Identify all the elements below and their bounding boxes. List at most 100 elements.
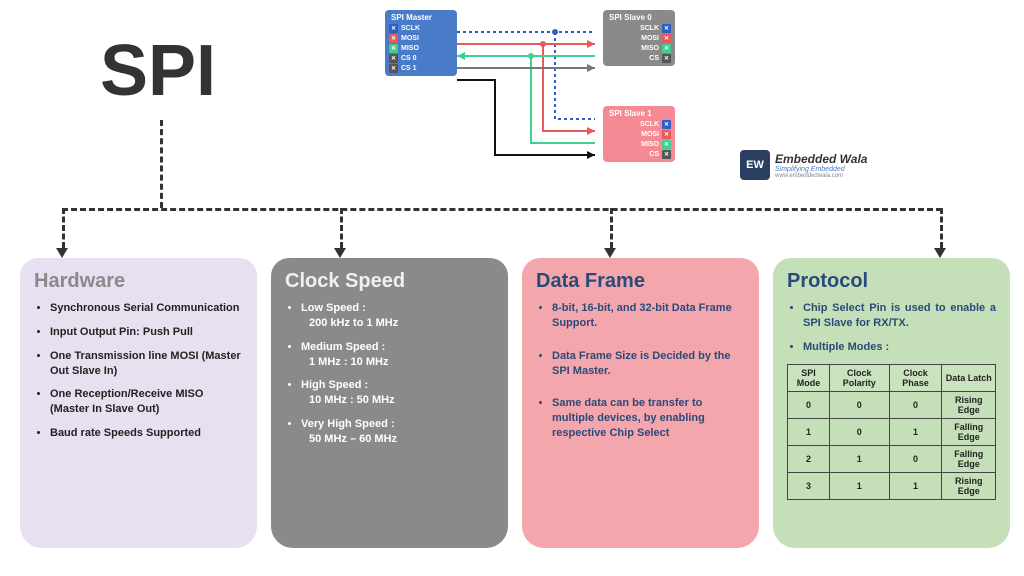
table-row: 101Falling Edge (788, 418, 996, 445)
protocol-card: Protocol Chip Select Pin is used to enab… (773, 258, 1010, 548)
pin-sclk: ✕SCLK (607, 24, 671, 33)
protocol-list: Chip Select Pin is used to enable a SPI … (787, 301, 996, 355)
pin-miso: ✕MISO (607, 140, 671, 149)
pin-label: MOSI (641, 35, 659, 42)
brand-url: www.embeddedwala.com (775, 173, 867, 179)
page-title: SPI (100, 30, 216, 112)
table-cell: Falling Edge (942, 418, 996, 445)
pin-label: MOSI (401, 35, 419, 42)
connector-line (160, 120, 163, 208)
connector-line (62, 208, 942, 211)
pin-cs: ✕CS (607, 54, 671, 63)
list-item: Input Output Pin: Push Pull (50, 325, 243, 340)
spi-slave1-title: SPI Slave 1 (607, 108, 671, 119)
table-row: 210Falling Edge (788, 445, 996, 472)
list-item: 8-bit, 16-bit, and 32-bit Data Frame Sup… (552, 301, 745, 331)
cards-row: Hardware Synchronous Serial Communicatio… (20, 258, 1010, 548)
pin-box-icon: ✕ (662, 24, 671, 33)
pin-mosi: ✕MOSI (607, 34, 671, 43)
pin-miso: ✕MISO (607, 44, 671, 53)
list-item: Synchronous Serial Communication (50, 301, 243, 316)
pin-box-icon: ✕ (389, 34, 398, 43)
list-item: One Transmission line MOSI (Master Out S… (50, 349, 243, 379)
pin-cs1: ✕CS 1 (389, 64, 453, 73)
spi-slave0-block: SPI Slave 0 ✕SCLK✕MOSI✕MISO✕CS (603, 10, 675, 66)
hardware-card: Hardware Synchronous Serial Communicatio… (20, 258, 257, 548)
list-item: Medium Speed :1 MHz : 10 MHz (301, 340, 494, 370)
connector-line (940, 208, 943, 248)
pin-box-icon: ✕ (662, 150, 671, 159)
pin-box-icon: ✕ (662, 130, 671, 139)
pin-box-icon: ✕ (662, 120, 671, 129)
spi-master-block: SPI Master ✕SCLK✕MOSI✕MISO✕CS 0✕CS 1 (385, 10, 457, 76)
pin-miso: ✕MISO (389, 44, 453, 53)
table-cell: 0 (830, 391, 889, 418)
brand-name: Embedded Wala (775, 152, 867, 166)
pin-cs: ✕CS (607, 150, 671, 159)
spi-slave1-block: SPI Slave 1 ✕SCLK✕MOSI✕MISO✕CS (603, 106, 675, 162)
table-cell: Rising Edge (942, 472, 996, 499)
list-item: Chip Select Pin is used to enable a SPI … (803, 301, 996, 331)
connector-line (340, 208, 343, 248)
spi-slave0-title: SPI Slave 0 (607, 12, 671, 23)
pin-box-icon: ✕ (389, 24, 398, 33)
arrow-down-icon (56, 248, 68, 258)
clock-speed-card: Clock Speed Low Speed :200 kHz to 1 MHz M… (271, 258, 508, 548)
table-cell: 3 (788, 472, 830, 499)
table-cell: Rising Edge (942, 391, 996, 418)
spi-wiring-diagram: SPI Master ✕SCLK✕MOSI✕MISO✕CS 0✕CS 1 SPI… (385, 10, 675, 185)
pin-mosi: ✕MOSI (607, 130, 671, 139)
table-header: SPI Mode (788, 364, 830, 391)
pin-box-icon: ✕ (662, 54, 671, 63)
arrow-down-icon (334, 248, 346, 258)
pin-box-icon: ✕ (662, 140, 671, 149)
list-item: Very High Speed :50 MHz – 60 MHz (301, 417, 494, 447)
table-cell: 1 (830, 445, 889, 472)
connector-line (62, 208, 65, 248)
hardware-list: Synchronous Serial Communication Input Ou… (34, 301, 243, 441)
list-item: Same data can be transfer to multiple de… (552, 396, 745, 441)
data-frame-card: Data Frame 8-bit, 16-bit, and 32-bit Dat… (522, 258, 759, 548)
pin-box-icon: ✕ (389, 44, 398, 53)
pin-cs0: ✕CS 0 (389, 54, 453, 63)
pin-label: SCLK (401, 25, 420, 32)
pin-box-icon: ✕ (389, 64, 398, 73)
table-header: Clock Polarity (830, 364, 889, 391)
table-cell: 0 (889, 445, 942, 472)
connector-line (610, 208, 613, 248)
pin-label: MOSI (641, 131, 659, 138)
pin-box-icon: ✕ (662, 44, 671, 53)
pin-label: MISO (641, 45, 659, 52)
protocol-title: Protocol (787, 270, 996, 293)
table-cell: 2 (788, 445, 830, 472)
pin-label: SCLK (640, 121, 659, 128)
data-frame-list: 8-bit, 16-bit, and 32-bit Data Frame Sup… (536, 301, 745, 441)
brand-chip-icon: EW (740, 150, 770, 180)
pin-label: MISO (641, 141, 659, 148)
list-item: Low Speed :200 kHz to 1 MHz (301, 301, 494, 331)
list-item: Multiple Modes : (803, 340, 996, 355)
pin-label: MISO (401, 45, 419, 52)
table-header: Data Latch (942, 364, 996, 391)
table-cell: 1 (889, 472, 942, 499)
pin-sclk: ✕SCLK (607, 120, 671, 129)
pin-label: SCLK (640, 25, 659, 32)
brand-tagline: Simplifying Embedded (775, 166, 867, 173)
spi-modes-table: SPI ModeClock PolarityClock PhaseData La… (787, 364, 996, 500)
clock-speed-title: Clock Speed (285, 270, 494, 293)
arrow-down-icon (604, 248, 616, 258)
list-item: Baud rate Speeds Supported (50, 426, 243, 441)
pin-sclk: ✕SCLK (389, 24, 453, 33)
list-item: High Speed :10 MHz : 50 MHz (301, 378, 494, 408)
arrow-down-icon (934, 248, 946, 258)
pin-label: CS (649, 151, 659, 158)
table-cell: 1 (788, 418, 830, 445)
list-item: Data Frame Size is Decided by the SPI Ma… (552, 349, 745, 379)
table-cell: 0 (889, 391, 942, 418)
table-cell: 0 (830, 418, 889, 445)
table-cell: 1 (830, 472, 889, 499)
table-row: 311Rising Edge (788, 472, 996, 499)
pin-label: CS (649, 55, 659, 62)
pin-label: CS 1 (401, 65, 417, 72)
pin-label: CS 0 (401, 55, 417, 62)
